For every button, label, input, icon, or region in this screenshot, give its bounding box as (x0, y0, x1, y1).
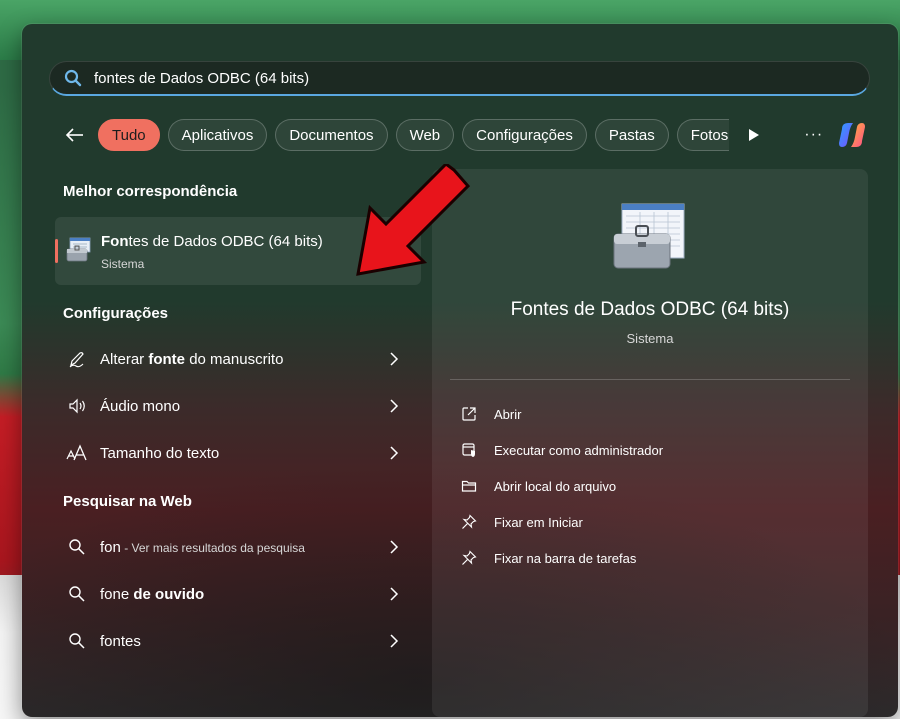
back-arrow-icon[interactable] (62, 122, 88, 148)
filter-chip-configuracoes[interactable]: Configurações (462, 119, 587, 151)
web-result-fon[interactable]: fon - Ver mais resultados da pesquisa (55, 527, 421, 567)
best-match-title: Fontes de Dados ODBC (64 bits) (101, 233, 323, 250)
action-label: Abrir local do arquivo (494, 478, 617, 494)
action-pin-to-start[interactable]: Fixar em Iniciar (460, 507, 840, 537)
web-result-label: fon - Ver mais resultados da pesquisa (100, 538, 305, 556)
pin-icon (460, 513, 478, 531)
best-match-heading: Melhor correspondência (63, 183, 238, 200)
action-run-as-admin[interactable]: Executar como administrador (460, 435, 840, 465)
text-size-icon (66, 442, 88, 464)
pin-icon (460, 549, 478, 567)
web-result-label: fontes (100, 632, 141, 650)
chevron-right-icon (390, 399, 399, 413)
action-open[interactable]: Abrir (460, 399, 840, 429)
preview-divider (450, 379, 850, 380)
odbc-app-icon (65, 236, 93, 264)
red-arrow-annotation (356, 164, 471, 276)
chevron-right-icon (390, 540, 399, 554)
chevron-right-icon (390, 446, 399, 460)
odbc-app-large-icon (610, 202, 690, 272)
chevron-right-icon (390, 634, 399, 648)
filter-chip-documentos[interactable]: Documentos (275, 119, 388, 151)
search-icon (64, 69, 82, 87)
selection-indicator (55, 239, 58, 263)
filter-chip-pastas[interactable]: Pastas (594, 119, 669, 151)
preview-subtitle: Sistema (626, 331, 674, 346)
search-icon (66, 630, 88, 652)
action-label: Fixar em Iniciar (494, 514, 583, 530)
action-label: Executar como administrador (494, 442, 664, 458)
filter-chip-tudo[interactable]: Tudo (98, 119, 160, 151)
settings-item-label: Áudio mono (100, 397, 181, 415)
chevron-right-icon (390, 587, 399, 601)
web-result-fontes[interactable]: fontes (55, 621, 421, 661)
filter-chip-aplicativos[interactable]: Aplicativos (167, 119, 268, 151)
start-search-panel: Tudo Aplicativos Documentos Web Configur… (22, 24, 898, 717)
filter-chip-fotos[interactable]: Fotos (676, 119, 729, 151)
settings-item-text-size[interactable]: Tamanho do texto (55, 433, 421, 473)
action-open-file-location[interactable]: Abrir local do arquivo (460, 471, 840, 501)
action-label: Fixar na barra de tarefas (494, 550, 637, 566)
best-match-subtitle: Sistema (101, 257, 145, 271)
filter-bar: Tudo Aplicativos Documentos Web Configur… (62, 118, 872, 152)
settings-item-label: Alterar fonte do manuscrito (100, 350, 284, 368)
web-result-fone-de-ouvido[interactable]: fone de ouvido (55, 574, 421, 614)
preview-title: Fontes de Dados ODBC (64 bits) (510, 299, 790, 320)
search-icon (66, 536, 88, 558)
search-input[interactable] (94, 69, 794, 87)
search-icon (66, 583, 88, 605)
settings-item-handwriting-font[interactable]: Alterar fonte do manuscrito (55, 339, 421, 379)
web-result-label: fone de ouvido (100, 585, 205, 603)
scroll-filters-right-icon[interactable] (741, 122, 767, 148)
search-box[interactable] (49, 61, 870, 96)
pen-icon (66, 348, 88, 370)
action-pin-to-taskbar[interactable]: Fixar na barra de tarefas (460, 543, 840, 573)
folder-icon (460, 477, 478, 495)
preview-pane: Fontes de Dados ODBC (64 bits) Sistema A… (432, 169, 868, 717)
admin-shield-icon (460, 441, 478, 459)
settings-heading: Configurações (63, 305, 169, 322)
speaker-icon (66, 395, 88, 417)
action-label: Abrir (494, 406, 522, 422)
open-external-icon (460, 405, 478, 423)
filter-chip-web[interactable]: Web (395, 119, 455, 151)
copilot-icon[interactable] (835, 118, 869, 152)
settings-item-mono-audio[interactable]: Áudio mono (55, 386, 421, 426)
settings-item-label: Tamanho do texto (100, 444, 220, 462)
web-search-heading: Pesquisar na Web (63, 493, 192, 510)
more-options-button[interactable]: ··· (801, 122, 827, 148)
chevron-right-icon (390, 352, 399, 366)
